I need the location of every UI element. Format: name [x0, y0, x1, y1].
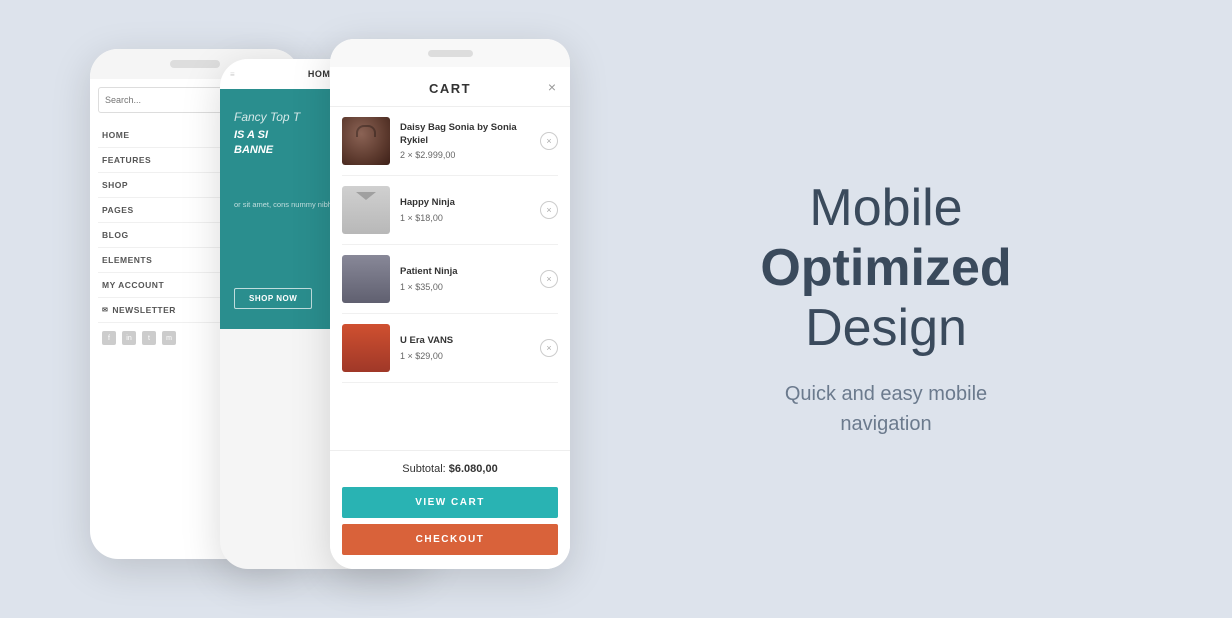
- remove-item-button[interactable]: ×: [540, 339, 558, 357]
- nav-label: SHOP: [102, 180, 128, 190]
- banner-italic-text: Fancy Top T IS A SI BANNE: [234, 109, 300, 159]
- cart-modal: CART × Daisy Bag Sonia by Sonia Rykiel 2…: [330, 67, 570, 569]
- product-image-bag: [342, 117, 390, 165]
- subheadline: Quick and easy mobile navigation: [600, 379, 1172, 439]
- nav-label: MY ACCOUNT: [102, 280, 164, 290]
- headline-design: Design: [600, 299, 1172, 359]
- item-qty-price: 2 × $2.999,00: [400, 150, 530, 160]
- item-price: $2.999,00: [415, 150, 455, 160]
- cart-buttons: VIEW CART CHECKOUT: [330, 487, 570, 569]
- nav-label: ELEMENTS: [102, 255, 152, 265]
- item-price: $35,00: [415, 282, 443, 292]
- newsletter-label: NEWSLETTER: [112, 305, 176, 315]
- item-qty: 1: [400, 213, 405, 223]
- nav-label: PAGES: [102, 205, 134, 215]
- headline-mobile: Mobile: [600, 179, 1172, 239]
- text-section: Mobile Optimized Design Quick and easy m…: [560, 179, 1172, 438]
- item-qty: 1: [400, 282, 405, 292]
- banner-line1: Fancy Top T: [234, 109, 300, 126]
- phone-mid-header-left: ≡: [230, 70, 235, 79]
- phone-front: CART × Daisy Bag Sonia by Sonia Rykiel 2…: [330, 39, 570, 569]
- item-qty-price: 1 × $35,00: [400, 282, 530, 292]
- item-qty: 2: [400, 150, 405, 160]
- facebook-icon[interactable]: f: [102, 331, 116, 345]
- banner-line3: BANNE: [234, 143, 300, 158]
- cart-item: Patient Ninja 1 × $35,00 ×: [342, 245, 558, 314]
- phones-section: HOME ▾ FEATURES ▾ SHOP ▾ PAGES ▾ BLOG EL…: [60, 29, 560, 589]
- item-name: Daisy Bag Sonia by Sonia Rykiel: [400, 122, 530, 147]
- checkout-label: CHECKOUT: [416, 534, 485, 545]
- cart-title: CART: [429, 81, 471, 96]
- nav-label: HOME: [102, 130, 130, 140]
- cart-item-info: Happy Ninja 1 × $18,00: [400, 197, 530, 222]
- subheadline-line2: navigation: [840, 413, 931, 435]
- phone-notch: [170, 60, 220, 68]
- banner-line2: IS A SI: [234, 128, 300, 143]
- mail-icon[interactable]: m: [162, 331, 176, 345]
- item-qty-price: 1 × $18,00: [400, 213, 530, 223]
- item-name: Patient Ninja: [400, 266, 530, 278]
- cart-item: Daisy Bag Sonia by Sonia Rykiel 2 × $2.9…: [342, 107, 558, 176]
- headline-optimized: Optimized: [600, 239, 1172, 299]
- shop-now-button[interactable]: SHOP NOW: [234, 288, 312, 309]
- twitter-icon[interactable]: t: [142, 331, 156, 345]
- product-image-hoodie: [342, 255, 390, 303]
- close-icon[interactable]: ×: [548, 79, 556, 95]
- remove-item-button[interactable]: ×: [540, 132, 558, 150]
- product-image-pants: [342, 324, 390, 372]
- nav-label: FEATURES: [102, 155, 151, 165]
- remove-item-button[interactable]: ×: [540, 201, 558, 219]
- instagram-icon[interactable]: in: [122, 331, 136, 345]
- cart-subtotal: Subtotal: $6.080,00: [330, 450, 570, 487]
- checkout-button[interactable]: CHECKOUT: [342, 524, 558, 555]
- cart-item-info: U Era VANS 1 × $29,00: [400, 335, 530, 360]
- phone-front-notch: [428, 50, 473, 57]
- phone-front-top-bar: [330, 39, 570, 67]
- subtotal-value: $6.080,00: [449, 463, 498, 475]
- remove-item-button[interactable]: ×: [540, 270, 558, 288]
- nav-label: BLOG: [102, 230, 129, 240]
- cart-item: U Era VANS 1 × $29,00 ×: [342, 314, 558, 383]
- item-price: $29,00: [415, 351, 443, 361]
- view-cart-label: VIEW CART: [415, 497, 485, 508]
- cart-item-info: Daisy Bag Sonia by Sonia Rykiel 2 × $2.9…: [400, 122, 530, 160]
- shop-now-label: SHOP NOW: [249, 294, 297, 303]
- cart-header: CART ×: [330, 67, 570, 107]
- item-qty-price: 1 × $29,00: [400, 351, 530, 361]
- cart-items-list: Daisy Bag Sonia by Sonia Rykiel 2 × $2.9…: [330, 107, 570, 450]
- product-image-shirt: [342, 186, 390, 234]
- item-qty: 1: [400, 351, 405, 361]
- view-cart-button[interactable]: VIEW CART: [342, 487, 558, 518]
- item-name: U Era VANS: [400, 335, 530, 347]
- subheadline-line1: Quick and easy mobile: [785, 383, 987, 405]
- cart-item: Happy Ninja 1 × $18,00 ×: [342, 176, 558, 245]
- item-price: $18,00: [415, 213, 443, 223]
- item-name: Happy Ninja: [400, 197, 530, 209]
- subtotal-label: Subtotal:: [402, 463, 445, 475]
- headline: Mobile Optimized Design: [600, 179, 1172, 358]
- cart-item-info: Patient Ninja 1 × $35,00: [400, 266, 530, 291]
